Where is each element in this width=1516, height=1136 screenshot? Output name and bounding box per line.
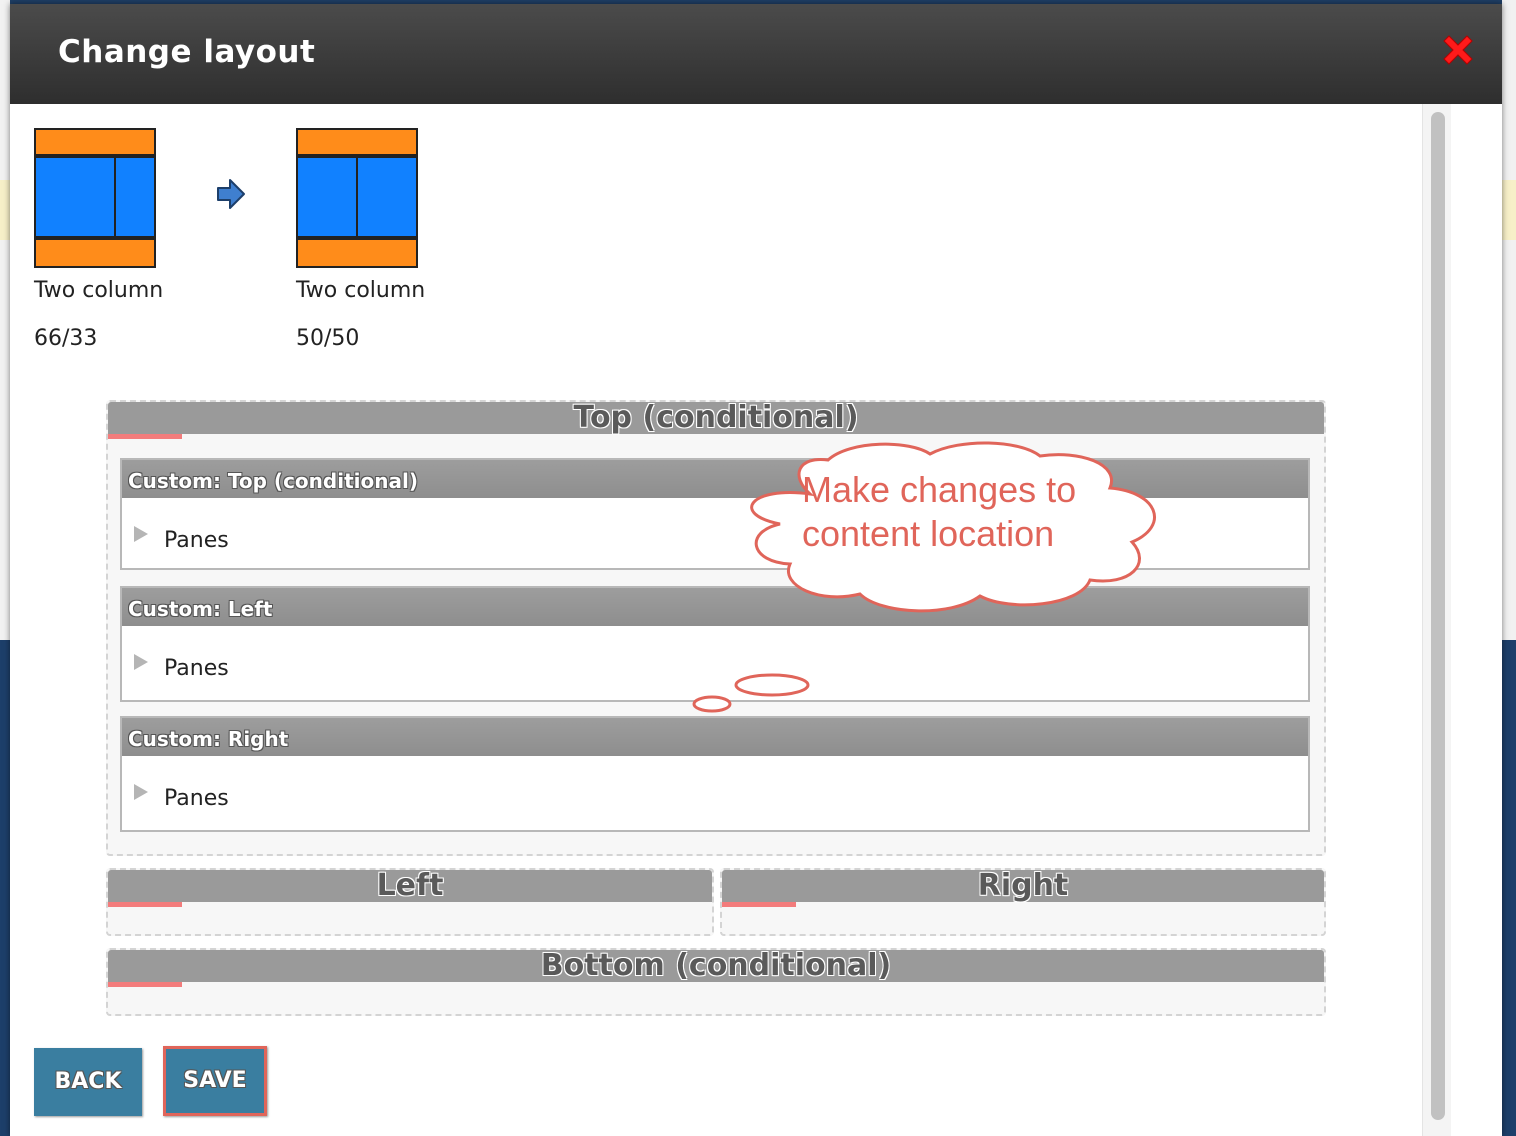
save-button[interactable]: SAVE [163,1046,267,1116]
region-top-accent [108,434,182,439]
callout-text: Make changes to content location [802,469,1077,554]
panes-label: Panes [164,528,229,553]
expand-triangle-icon[interactable] [134,784,148,800]
expand-triangle-icon[interactable] [134,526,148,542]
dialog-titlebar: Change layout [10,4,1502,104]
panes-label: Panes [164,656,229,681]
panes-label: Panes [164,786,229,811]
region-top-header: Top (conditional) [108,400,1324,435]
background-page-right [1502,0,1516,1136]
dialog-title: Change layout [58,34,316,70]
scrollbar-thumb[interactable] [1431,112,1445,1120]
dialog-content: Two column 66/33 Two column 50/50 Top (c… [10,104,1422,1136]
region-right-header: Right [722,868,1324,903]
back-button[interactable]: BACK [34,1048,142,1116]
layout-to-name: Two column [296,278,426,303]
pane-header: Custom: Right [122,718,1308,756]
layout-to-ratio: 50/50 [296,326,360,351]
region-bottom-header: Bottom (conditional) [108,948,1324,983]
region-left: Left [106,868,714,936]
region-left-accent [108,902,182,907]
thought-bubble-dots [692,673,810,713]
layout-to-thumbnail [296,128,420,268]
expand-triangle-icon[interactable] [134,654,148,670]
right-arrow-icon [216,178,246,210]
region-right-accent [722,902,796,907]
region-right: Right [720,868,1326,936]
layout-from-thumbnail [34,128,158,268]
region-bottom-accent [108,982,182,987]
region-right-title: Right [977,868,1069,903]
pane-group: Custom: Right Panes [120,716,1310,832]
region-left-title: Left [376,868,444,903]
region-top-title: Top (conditional) [573,400,859,435]
close-icon[interactable] [1440,32,1476,68]
dialog-scrollbar[interactable] [1422,104,1451,1136]
background-page-left [0,0,10,1136]
region-left-header: Left [108,868,712,903]
region-bottom: Bottom (conditional) [106,948,1326,1016]
layout-from-name: Two column [34,278,164,303]
layout-from-ratio: 66/33 [34,326,98,351]
region-bottom-title: Bottom (conditional) [540,948,892,983]
